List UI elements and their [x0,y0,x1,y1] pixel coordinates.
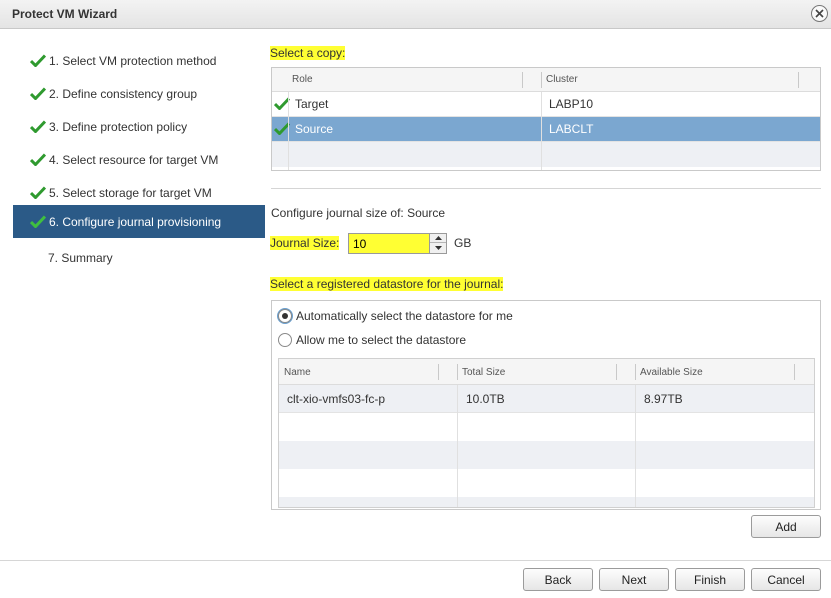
step-label: 2. Define consistency group [49,86,198,101]
column-separator[interactable] [522,72,523,88]
wizard-steps: 1. Select VM protection method 2. Define… [0,30,265,560]
checkmark-icon [30,53,48,68]
manual-select-radio[interactable] [278,333,292,347]
title-bar: Protect VM Wizard [0,0,831,29]
select-copy-label: Select a copy: [270,46,346,60]
step-summary[interactable]: 7. Summary [13,241,265,274]
next-button[interactable]: Next [599,568,669,591]
available-size-cell: 8.97TB [644,392,683,406]
wizard-footer: Back Next Finish Cancel [0,560,831,598]
column-separator[interactable] [616,364,617,380]
increment-icon[interactable] [430,234,446,243]
back-button[interactable]: Back [523,568,593,591]
datastore-panel: Automatically select the datastore for m… [271,300,821,510]
add-button[interactable]: Add [751,515,821,538]
section-divider [271,188,821,189]
decrement-icon[interactable] [430,243,446,252]
cluster-cell: LABP10 [549,97,594,111]
empty-row [279,413,814,441]
datastore-name-cell: clt-xio-vmfs03-fc-p [287,392,386,406]
checkmark-icon [30,86,48,101]
finish-button[interactable]: Finish [675,568,745,591]
auto-select-radio[interactable] [278,309,292,323]
column-divider [541,92,542,170]
step-select-resource[interactable]: 4. Select resource for target VM [13,143,265,176]
journal-size-stepper [348,233,447,254]
column-separator[interactable] [635,364,636,380]
table-row[interactable]: Target LABP10 [272,92,820,117]
journal-size-input[interactable] [349,234,429,253]
datastore-table: Name Total Size Available Size clt-xio-v… [278,358,815,508]
table-header: Role Cluster [272,68,820,92]
step-select-vm-protection-method[interactable]: 1. Select VM protection method [13,44,265,77]
table-row-selected[interactable]: Source LABCLT [272,117,820,142]
checkmark-icon [30,185,48,200]
step-label: 3. Define protection policy [49,119,188,134]
column-separator[interactable] [794,364,795,380]
column-header-cluster[interactable]: Cluster [546,74,578,85]
empty-row [272,142,820,167]
step-configure-journal-provisioning[interactable]: 6. Configure journal provisioning [13,205,265,238]
table-row[interactable]: clt-xio-vmfs03-fc-p 10.0TB 8.97TB [279,385,814,413]
checkmark-icon [30,152,48,167]
column-header-available-size[interactable]: Available Size [640,367,703,378]
journal-size-label: Journal Size: [270,236,340,250]
total-size-cell: 10.0TB [466,392,505,406]
copy-table: Role Cluster Target LABP10 Source LABCLT [271,67,821,171]
step-label: 4. Select resource for target VM [49,152,219,167]
step-label: 6. Configure journal provisioning [49,214,222,229]
column-divider [635,385,636,507]
column-separator[interactable] [798,72,799,88]
column-divider [457,385,458,507]
step-label: 5. Select storage for target VM [49,185,212,200]
auto-select-label[interactable]: Automatically select the datastore for m… [296,309,513,323]
column-header-name[interactable]: Name [284,367,311,378]
table-header: Name Total Size Available Size [279,359,814,385]
role-cell: Source [295,122,334,136]
manual-select-label[interactable]: Allow me to select the datastore [296,333,466,347]
step-define-protection-policy[interactable]: 3. Define protection policy [13,110,265,143]
checkmark-icon [30,119,48,134]
step-label: 7. Summary [48,250,113,265]
checkmark-icon [30,214,48,229]
step-define-consistency-group[interactable]: 2. Define consistency group [13,77,265,110]
empty-row [279,497,814,507]
column-header-role[interactable]: Role [292,74,313,85]
empty-row [279,469,814,497]
journal-size-unit: GB [454,236,472,250]
datastore-label: Select a registered datastore for the jo… [270,277,504,291]
column-separator[interactable] [438,364,439,380]
column-divider [288,92,289,170]
configure-journal-label: Configure journal size of: Source [271,206,446,220]
empty-row [279,441,814,469]
step-label: 1. Select VM protection method [49,53,217,68]
close-icon[interactable] [811,5,828,22]
cluster-cell: LABCLT [549,122,594,136]
column-header-total-size[interactable]: Total Size [462,367,505,378]
column-separator[interactable] [457,364,458,380]
window-title: Protect VM Wizard [12,7,118,21]
cancel-button[interactable]: Cancel [751,568,821,591]
column-separator[interactable] [541,72,542,88]
role-cell: Target [295,97,329,111]
